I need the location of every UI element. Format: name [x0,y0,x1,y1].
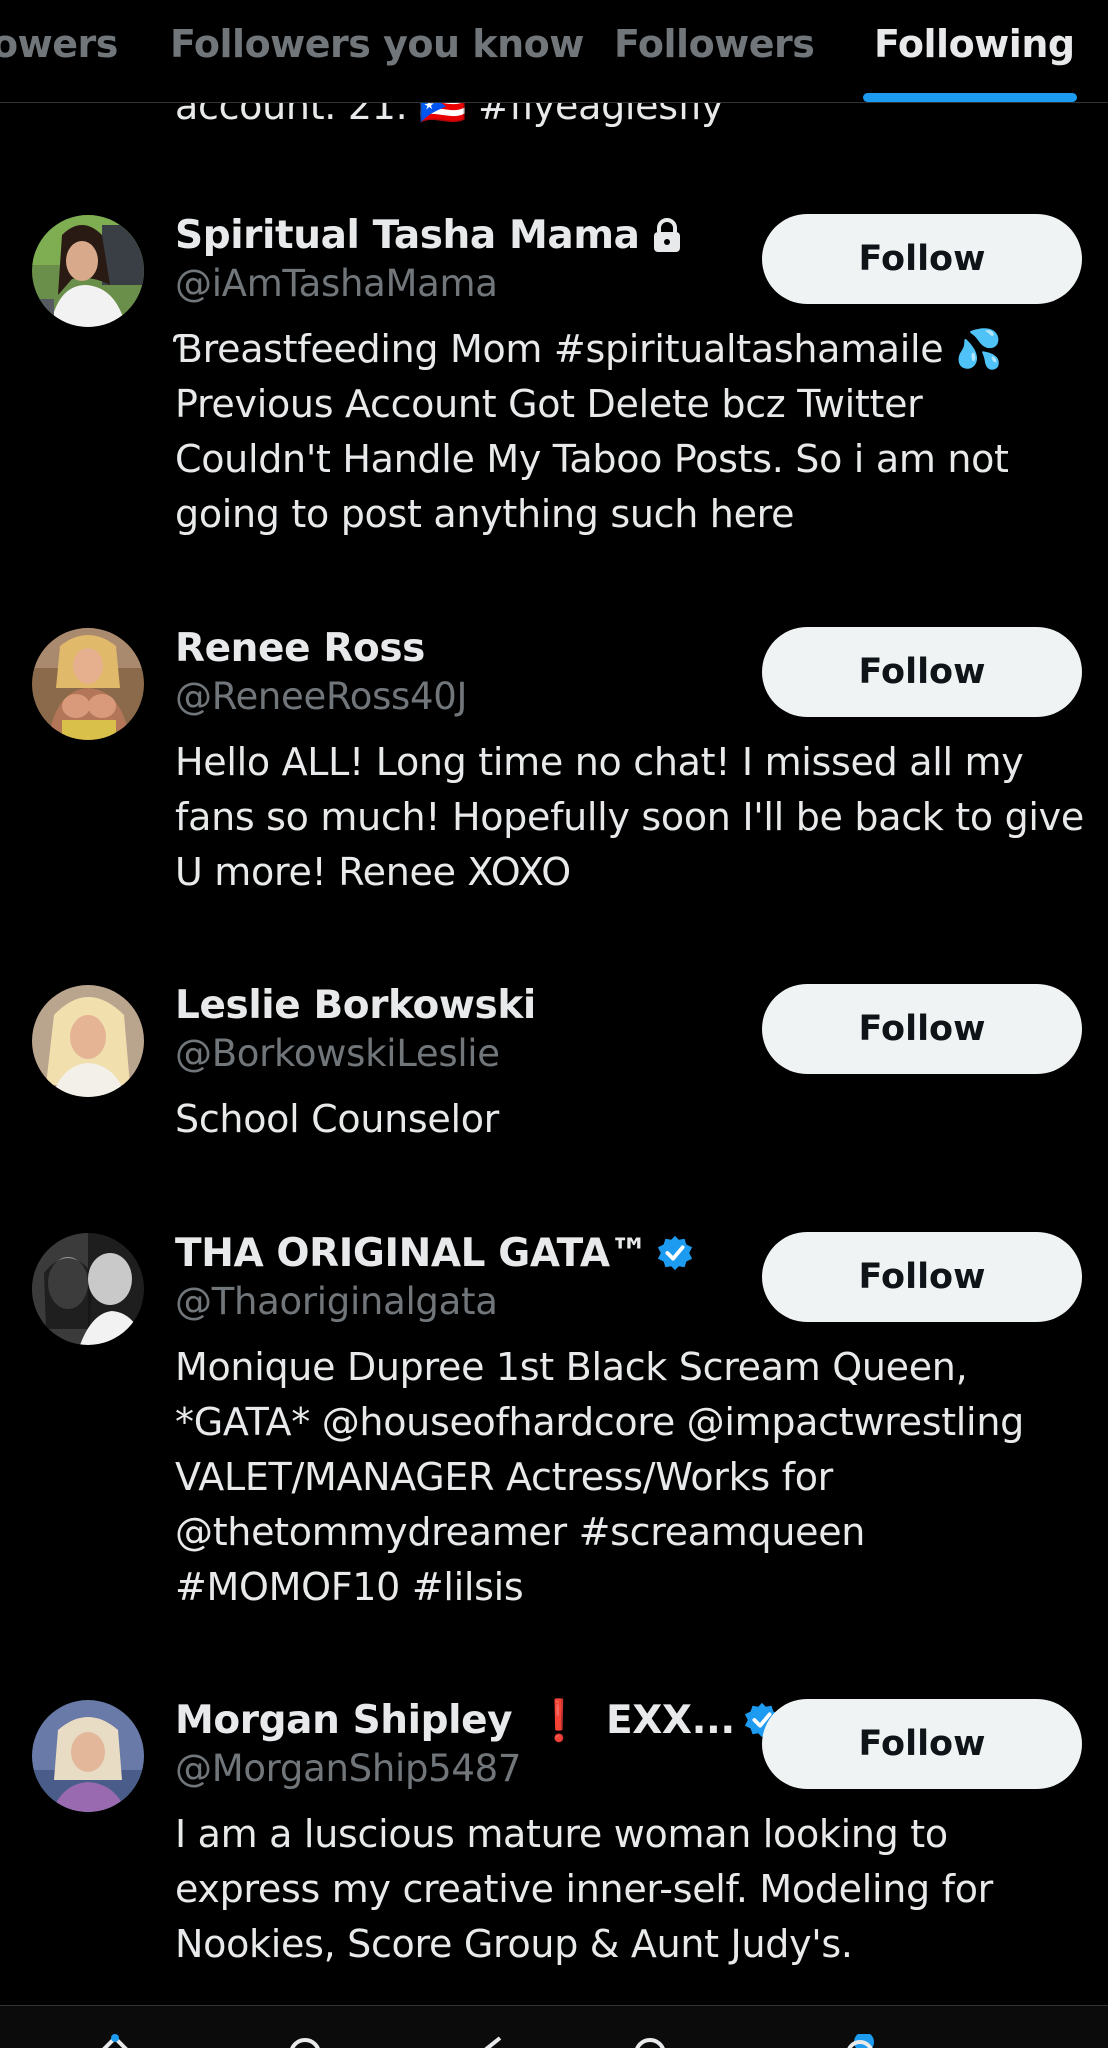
display-name: Spiritual Tasha Mama [175,212,640,258]
following-page: account. 21. 🇵🇷 #flyeaglesfly owers Foll… [0,0,1108,2048]
bio-line: Hello ALL! Long time no chat! I missed a… [175,740,1024,784]
tab-following[interactable]: Following [874,14,1075,74]
avatar[interactable] [32,215,144,327]
display-name-line: Leslie Borkowski [175,980,536,1030]
display-name: Leslie Borkowski [175,982,536,1028]
avatar[interactable] [32,985,144,1097]
notifications-icon[interactable] [840,2034,880,2048]
user-bio: Ɓreastfeeding Mom #spiritualtashamaile 💦… [175,322,1090,542]
exclamation-icon: ❗ [534,1697,585,1744]
verified-icon [658,1235,693,1271]
display-name-line: Morgan Shipley ❗ EXX... [175,1695,781,1745]
follow-button[interactable]: Follow [762,1699,1082,1789]
bio-line: Monique Dupree 1st Black Scream Queen, [175,1345,968,1389]
user-bio: Monique Dupree 1st Black Scream Queen, *… [175,1340,1090,1615]
search-icon[interactable] [285,2034,325,2048]
bio-line: Nookies, Score Group & Aunt Judy's. [175,1922,853,1966]
home-icon[interactable] [95,2034,135,2048]
active-tab-indicator [863,93,1077,102]
display-name-line: Spiritual Tasha Mama [175,210,682,260]
display-name: Morgan Shipley [175,1697,513,1743]
display-name: THA ORIGINAL GATA™ [175,1230,649,1276]
tab-followers-you-know[interactable]: Followers you know [170,14,584,74]
tab-followers[interactable]: Followers [614,14,815,74]
bio-line: express my creative inner-self. Modeling… [175,1867,993,1911]
user-handle[interactable]: @MorganShip5487 [175,1747,521,1790]
bio-line: VALET/MANAGER Actress/Works for [175,1455,833,1499]
user-handle[interactable]: @iAmTashaMama [175,262,498,305]
bio-line: fans so much! Hopefully soon I'll be bac… [175,795,1084,839]
user-bio: I am a luscious mature woman looking to … [175,1807,1090,1972]
user-handle[interactable]: @BorkowskiLeslie [175,1032,500,1075]
display-name: Renee Ross [175,625,425,671]
follow-button[interactable]: Follow [762,1232,1082,1322]
bottom-navigation-bar [0,2005,1108,2048]
bio-line: U more! Renee XOXO [175,850,571,894]
follow-button[interactable]: Follow [762,214,1082,304]
follow-button[interactable]: Follow [762,627,1082,717]
bio-line: I am a luscious mature woman looking to [175,1812,948,1856]
avatar[interactable] [32,1700,144,1812]
bio-line: Previous Account Got Delete bcz Twitter [175,382,923,426]
avatar[interactable] [32,1233,144,1345]
bio-line: *GATA* @houseofhardcore @impactwrestling [175,1400,1024,1444]
display-name-line: THA ORIGINAL GATA™ [175,1228,694,1278]
bio-line: @thetommydreamer #screamqueen [175,1510,866,1554]
display-name-line: Renee Ross [175,623,425,673]
bio-line: going to post anything such here [175,492,795,536]
grok-icon[interactable] [470,2034,510,2048]
tab-verified-followers[interactable]: owers [0,14,118,74]
user-handle[interactable]: @Thaoriginalgata [175,1280,498,1323]
bio-line: Couldn't Handle My Taboo Posts. So i am … [175,437,1009,481]
follow-button[interactable]: Follow [762,984,1082,1074]
user-bio: School Counselor [175,1092,1090,1147]
user-handle[interactable]: @ReneeRoss40J [175,675,467,718]
bio-line: #MOMOF10 #lilsis [175,1565,524,1609]
tab-bar: owers Followers you know Followers Follo… [0,0,1108,103]
user-bio: Hello ALL! Long time no chat! I missed a… [175,735,1090,900]
communities-icon[interactable] [630,2034,670,2048]
lock-icon [653,218,680,252]
bio-line: Ɓreastfeeding Mom #spiritualtashamaile 💦 [175,327,1003,371]
display-name-suffix: EXX... [606,1697,735,1743]
bio-line: School Counselor [175,1097,499,1141]
avatar[interactable] [32,628,144,740]
